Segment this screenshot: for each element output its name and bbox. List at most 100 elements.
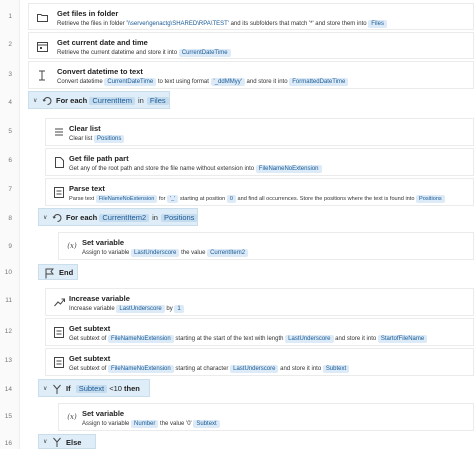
action-set-variable[interactable]: (x) Set variable Assign to variable Last… [58, 232, 474, 260]
document-icon [53, 326, 65, 338]
line-number: 9 [8, 243, 12, 250]
variable-token[interactable]: CurrentItem2 [99, 214, 150, 222]
then-keyword: then [124, 384, 140, 393]
chevron-down-icon[interactable]: ∨ [43, 385, 47, 392]
token-value[interactable]: '_' [167, 195, 179, 203]
action-title: For each CurrentItem2 in Positions [66, 213, 198, 222]
line-number: 12 [4, 328, 12, 335]
action-description: Parse text FileNameNoExtension for '_' s… [69, 195, 445, 203]
action-get-current-datetime[interactable]: Get current date and time Retrieve the c… [28, 32, 474, 59]
action-title: Get file path part [69, 154, 129, 163]
action-clear-list[interactable]: Clear list Clear list Positions [45, 118, 474, 146]
variable-token[interactable]: Positions [416, 195, 445, 203]
line-number-gutter: 1 2 3 4 5 6 7 8 9 10 11 12 13 14 15 16 [0, 0, 20, 449]
text-cursor-icon [36, 69, 48, 81]
file-icon [53, 156, 65, 168]
action-title: Convert datetime to text [57, 67, 143, 76]
variable-token[interactable]: CurrentDateTime [104, 78, 157, 86]
amount-value[interactable]: 1 [174, 305, 184, 313]
action-title: Get subtext [69, 354, 111, 363]
variable-token[interactable]: LastUnderscore [131, 249, 180, 257]
loop-icon [41, 95, 53, 107]
variable-token[interactable]: LastUnderscore [116, 305, 165, 313]
action-description: Convert datetime CurrentDateTime to text… [57, 78, 349, 86]
action-for-each-files[interactable]: ∨ For each CurrentItem in Files [28, 91, 170, 109]
flag-icon [43, 267, 55, 279]
action-description: Assign to variable Number the value '0' … [82, 420, 220, 428]
action-title: Get current date and time [57, 38, 148, 47]
chevron-down-icon[interactable]: ∨ [43, 438, 47, 445]
trend-up-icon [53, 296, 65, 308]
action-for-each-positions[interactable]: ∨ For each CurrentItem2 in Positions [38, 208, 198, 226]
action-description: Get subtext of FileNameNoExtension start… [69, 335, 428, 343]
action-increase-variable[interactable]: Increase variable Increase variable Last… [45, 288, 474, 316]
action-get-subtext[interactable]: Get subtext Get subtext of FileNameNoExt… [45, 348, 474, 376]
action-if[interactable]: ∨ If Subtext <10 then [38, 379, 150, 397]
action-description: Increase variable LastUnderscore by 1 [69, 305, 184, 313]
action-title: Clear list [69, 124, 101, 133]
branch-icon [51, 436, 63, 448]
line-number: 10 [4, 269, 12, 276]
action-title: Get files in folder [57, 9, 119, 18]
action-description: Get any of the root path and store the f… [69, 165, 322, 173]
action-title: For each CurrentItem in Files [56, 96, 169, 105]
action-get-file-path-part[interactable]: Get file path part Get any of the root p… [45, 148, 474, 176]
variable-icon: (x) [67, 413, 77, 421]
action-title: If Subtext <10 then [66, 384, 140, 393]
action-get-subtext[interactable]: Get subtext Get subtext of FileNameNoExt… [45, 318, 474, 346]
action-set-variable[interactable]: (x) Set variable Assign to variable Numb… [58, 403, 474, 431]
variable-token[interactable]: Files [368, 20, 387, 28]
action-title: Parse text [69, 184, 105, 193]
action-title: Else [66, 438, 82, 447]
line-number: 1 [8, 13, 12, 20]
document-icon [53, 356, 65, 368]
format-token[interactable]: '_ddMMyy' [210, 78, 245, 86]
variable-token[interactable]: StartofFileName [377, 335, 428, 343]
action-description: Retrieve the current datetime and store … [57, 49, 231, 57]
action-end[interactable]: End [38, 264, 78, 280]
variable-token[interactable]: Subtext [75, 385, 108, 393]
variable-token[interactable]: Number [131, 420, 159, 428]
chevron-down-icon[interactable]: ∨ [33, 97, 37, 104]
branch-icon [51, 383, 63, 395]
action-description: Assign to variable LastUnderscore the va… [82, 249, 249, 257]
chevron-down-icon[interactable]: ∨ [43, 214, 47, 221]
variable-token[interactable]: FileNameNoExtension [95, 195, 158, 203]
line-number: 13 [4, 357, 12, 364]
line-number: 6 [8, 157, 12, 164]
action-get-files-in-folder[interactable]: Get files in folder Retrieve the files i… [28, 3, 474, 30]
line-number: 15 [4, 413, 12, 420]
action-title: Set variable [82, 409, 125, 418]
action-parse-text[interactable]: Parse text Parse text FileNameNoExtensio… [45, 178, 474, 206]
action-description: Clear list Positions [69, 135, 125, 143]
variable-token[interactable]: Subtext [193, 420, 220, 428]
list-icon [53, 126, 65, 138]
variable-token[interactable]: CurrentItem2 [207, 249, 249, 257]
variable-token[interactable]: Positions [160, 214, 198, 222]
action-convert-datetime-to-text[interactable]: Convert datetime to text Convert datetim… [28, 61, 474, 89]
variable-token[interactable]: CurrentItem [89, 97, 135, 105]
action-else[interactable]: ∨ Else [38, 434, 96, 449]
folder-path-token[interactable]: '\\server\genactg\SHARED\RPA\TEST' [126, 20, 229, 28]
variable-token[interactable]: LastUnderscore [285, 335, 334, 343]
line-number: 4 [8, 99, 12, 106]
line-number: 3 [8, 71, 12, 78]
line-number: 2 [8, 41, 12, 48]
variable-token[interactable]: FileNameNoExtension [255, 165, 322, 173]
variable-token[interactable]: FormattedDateTime [289, 78, 349, 86]
action-title: Get subtext [69, 324, 111, 333]
action-title: Set variable [82, 238, 125, 247]
variable-token[interactable]: CurrentDateTime [178, 49, 231, 57]
line-number: 7 [8, 186, 12, 193]
variable-token[interactable]: Positions [94, 135, 125, 143]
variable-token[interactable]: FileNameNoExtension [108, 335, 174, 343]
calendar-icon [36, 40, 48, 52]
variable-token[interactable]: Subtext [322, 365, 350, 373]
folder-icon [36, 11, 48, 23]
document-icon [53, 186, 65, 198]
variable-token[interactable]: FileNameNoExtension [108, 365, 174, 373]
variable-token[interactable]: Files [146, 97, 169, 105]
action-title: Increase variable [69, 294, 130, 303]
variable-token[interactable]: LastUnderscore [230, 365, 279, 373]
position-value[interactable]: 0 [226, 195, 236, 203]
